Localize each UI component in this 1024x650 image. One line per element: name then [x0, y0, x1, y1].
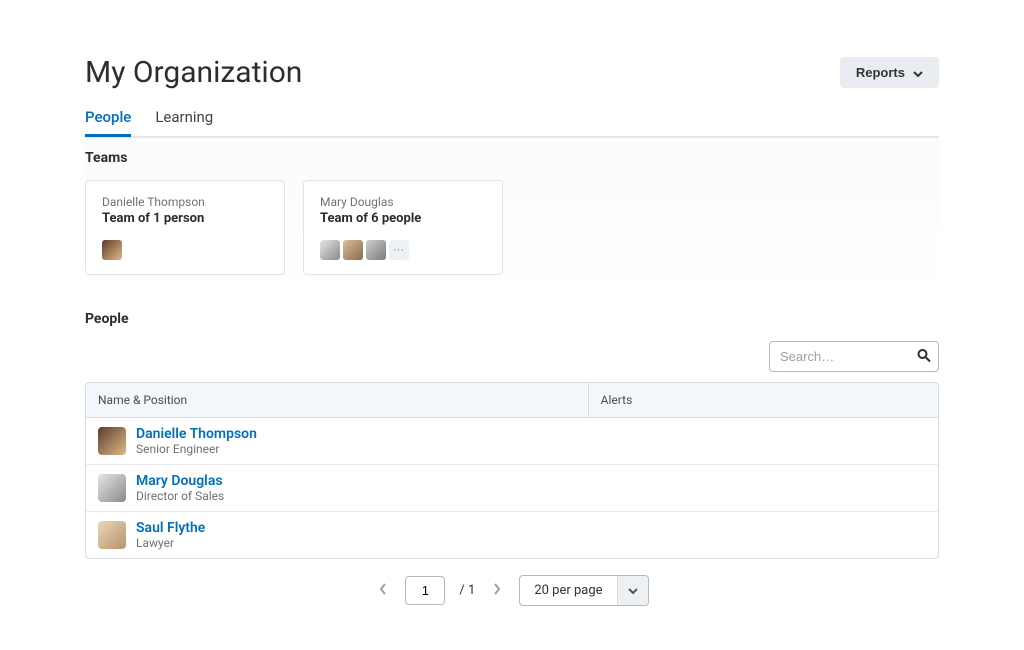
- tab-people[interactable]: People: [85, 108, 131, 137]
- avatar: [102, 240, 122, 260]
- person-position: Lawyer: [136, 536, 205, 550]
- table-row[interactable]: Danielle Thompson Senior Engineer: [86, 418, 938, 465]
- per-page-select[interactable]: 20 per page: [519, 575, 648, 606]
- search-icon: [917, 347, 931, 366]
- per-page-label: 20 per page: [520, 576, 616, 605]
- pagination: / 1 20 per page: [85, 575, 939, 606]
- tab-bar: People Learning: [85, 108, 939, 137]
- team-owner: Danielle Thompson: [102, 195, 268, 209]
- person-name: Saul Flythe: [136, 520, 205, 536]
- avatar: [98, 521, 126, 549]
- team-owner: Mary Douglas: [320, 195, 486, 209]
- chevron-left-icon: [379, 582, 387, 599]
- person-name: Mary Douglas: [136, 473, 224, 489]
- page-number-input[interactable]: [405, 576, 445, 605]
- team-size: Team of 1 person: [102, 211, 268, 226]
- chevron-down-icon: [617, 576, 648, 605]
- avatar: [98, 427, 126, 455]
- avatar: [343, 240, 363, 260]
- team-card[interactable]: Danielle Thompson Team of 1 person: [85, 180, 285, 275]
- people-heading: People: [85, 311, 939, 327]
- person-position: Senior Engineer: [136, 442, 257, 456]
- table-row[interactable]: Mary Douglas Director of Sales: [86, 465, 938, 512]
- next-page-button[interactable]: [489, 578, 505, 604]
- page-total: / 1: [459, 583, 475, 598]
- prev-page-button[interactable]: [375, 578, 391, 604]
- table-row[interactable]: Saul Flythe Lawyer: [86, 512, 938, 558]
- person-position: Director of Sales: [136, 489, 224, 503]
- avatar: [320, 240, 340, 260]
- teams-heading: Teams: [85, 150, 939, 166]
- search-input[interactable]: [769, 341, 939, 372]
- chevron-down-icon: [913, 65, 923, 80]
- person-name: Danielle Thompson: [136, 426, 257, 442]
- reports-dropdown-button[interactable]: Reports: [840, 57, 939, 88]
- team-card[interactable]: Mary Douglas Team of 6 people ···: [303, 180, 503, 275]
- people-table: Name & Position Alerts Danielle Thompson…: [85, 382, 939, 559]
- avatar: [366, 240, 386, 260]
- reports-label: Reports: [856, 65, 905, 80]
- chevron-right-icon: [493, 582, 501, 599]
- column-header-alerts: Alerts: [589, 383, 938, 417]
- avatar: [98, 474, 126, 502]
- team-size: Team of 6 people: [320, 211, 486, 226]
- tab-learning[interactable]: Learning: [155, 108, 213, 136]
- more-avatars-button[interactable]: ···: [389, 240, 409, 260]
- column-header-name: Name & Position: [86, 383, 589, 417]
- page-title: My Organization: [85, 55, 302, 90]
